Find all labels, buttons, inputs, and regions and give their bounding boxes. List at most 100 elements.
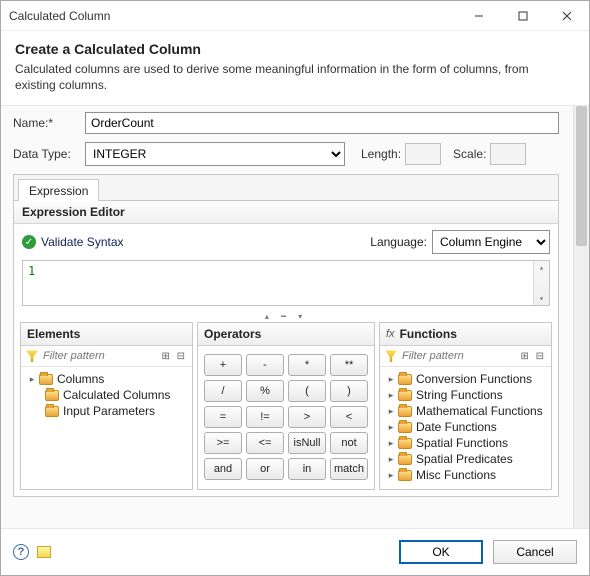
tree-item[interactable]: ▸Spatial Predicates xyxy=(384,451,547,467)
ok-button[interactable]: OK xyxy=(399,540,483,564)
operator--button[interactable]: < xyxy=(330,406,368,428)
operators-pane: Operators +-***/%()=!=><>=<=isNullnotand… xyxy=(197,322,375,490)
cancel-button[interactable]: Cancel xyxy=(493,540,577,564)
operator--button[interactable]: * xyxy=(288,354,326,376)
tree-item[interactable]: ▸Spatial Functions xyxy=(384,435,547,451)
footer-icons: ? xyxy=(13,544,51,560)
validate-syntax-link[interactable]: Validate Syntax xyxy=(41,235,124,249)
tree-item-calculated-columns[interactable]: Calculated Columns xyxy=(25,387,188,403)
footer: ? OK Cancel xyxy=(1,529,589,575)
help-icon[interactable]: ? xyxy=(13,544,29,560)
page-title: Create a Calculated Column xyxy=(15,41,575,57)
datatype-select[interactable]: INTEGER xyxy=(85,142,345,166)
operator--button[interactable]: ** xyxy=(330,354,368,376)
expand-icon: ▸ xyxy=(386,438,396,449)
elements-tree: ▸Columns Calculated Columns Input Parame… xyxy=(21,367,192,425)
name-row: Name:* xyxy=(13,112,559,134)
functions-filter-input[interactable] xyxy=(400,349,520,363)
tree-item[interactable]: ▸Misc Functions xyxy=(384,467,547,483)
operator--button[interactable]: >= xyxy=(204,432,242,454)
tree-item[interactable]: ▸String Functions xyxy=(384,387,547,403)
operator-or-button[interactable]: or xyxy=(246,458,284,480)
operator-match-button[interactable]: match xyxy=(330,458,368,480)
folder-icon xyxy=(39,374,53,385)
elements-tree-controls[interactable]: ⊞ ⊟ xyxy=(161,351,187,362)
operator--button[interactable]: % xyxy=(246,380,284,402)
dialog-window: Calculated Column Create a Calculated Co… xyxy=(0,0,590,576)
operator--button[interactable]: + xyxy=(204,354,242,376)
elements-filter-row: ⊞ ⊟ xyxy=(21,346,192,367)
folder-icon xyxy=(398,454,412,465)
fx-icon: fx xyxy=(386,328,395,340)
folder-icon xyxy=(398,438,412,449)
datatype-row: Data Type: INTEGER Length: Scale: xyxy=(13,142,559,166)
operator-in-button[interactable]: in xyxy=(288,458,326,480)
expression-editor[interactable]: 1 ▴▾ xyxy=(22,260,550,306)
minimize-button[interactable] xyxy=(457,1,501,31)
folder-icon xyxy=(398,374,412,385)
operator-grid: +-***/%()=!=><>=<=isNullnotandorinmatch xyxy=(198,346,374,488)
operator--button[interactable]: <= xyxy=(246,432,284,454)
expand-icon: ▸ xyxy=(386,422,396,433)
operator--button[interactable]: - xyxy=(246,354,284,376)
functions-tree-controls[interactable]: ⊞ ⊟ xyxy=(520,351,546,362)
editor-toolbar: ✓ Validate Syntax Language: Column Engin… xyxy=(14,224,558,312)
operator-isNull-button[interactable]: isNull xyxy=(288,432,326,454)
close-button[interactable] xyxy=(545,1,589,31)
scale-input[interactable] xyxy=(490,143,526,165)
folder-icon xyxy=(398,406,412,417)
operator--button[interactable]: != xyxy=(246,406,284,428)
expand-icon: ▸ xyxy=(386,374,396,385)
tree-item[interactable]: ▸Conversion Functions xyxy=(384,371,547,387)
expand-icon: ▸ xyxy=(386,390,396,401)
header: Create a Calculated Column Calculated co… xyxy=(1,31,589,105)
expression-panel: Expression Expression Editor ✓ Validate … xyxy=(13,174,559,497)
elements-title: Elements xyxy=(21,323,192,346)
folder-icon xyxy=(398,390,412,401)
functions-title: fxFunctions xyxy=(380,323,551,346)
length-input[interactable] xyxy=(405,143,441,165)
expand-icon: ▸ xyxy=(386,454,396,465)
tree-item[interactable]: ▸Date Functions xyxy=(384,419,547,435)
folder-icon xyxy=(398,422,412,433)
elements-pane: Elements ⊞ ⊟ ▸Columns Calculated Columns… xyxy=(20,322,193,490)
operator-and-button[interactable]: and xyxy=(204,458,242,480)
expand-icon: ▸ xyxy=(386,406,396,417)
notes-icon[interactable] xyxy=(37,546,51,558)
funnel-icon xyxy=(385,350,397,362)
operator--button[interactable]: = xyxy=(204,406,242,428)
operator-not-button[interactable]: not xyxy=(330,432,368,454)
operator--button[interactable]: ( xyxy=(288,380,326,402)
scale-label: Scale: xyxy=(453,147,486,161)
operator--button[interactable]: / xyxy=(204,380,242,402)
language-select[interactable]: Column Engine xyxy=(432,230,550,254)
operator--button[interactable]: ) xyxy=(330,380,368,402)
check-icon: ✓ xyxy=(22,235,36,249)
editor-scrollbar[interactable]: ▴▾ xyxy=(533,261,549,305)
tree-item-columns[interactable]: ▸Columns xyxy=(25,371,188,387)
body-scrollbar[interactable] xyxy=(573,106,589,528)
page-description: Calculated columns are used to derive so… xyxy=(15,61,535,93)
functions-filter-row: ⊞ ⊟ xyxy=(380,346,551,367)
elements-filter-input[interactable] xyxy=(41,349,161,363)
language-label: Language: xyxy=(370,235,427,249)
datatype-label: Data Type: xyxy=(13,147,85,161)
operator--button[interactable]: > xyxy=(288,406,326,428)
titlebar: Calculated Column xyxy=(1,1,589,31)
tree-item[interactable]: ▸Mathematical Functions xyxy=(384,403,547,419)
functions-pane: fxFunctions ⊞ ⊟ ▸Conversion Functions▸St… xyxy=(379,322,552,490)
dialog-body: Name:* Data Type: INTEGER Length: Scale:… xyxy=(1,105,589,529)
maximize-button[interactable] xyxy=(501,1,545,31)
tree-item-input-parameters[interactable]: Input Parameters xyxy=(25,403,188,419)
folder-icon xyxy=(45,390,59,401)
window-title: Calculated Column xyxy=(9,9,457,23)
name-input[interactable] xyxy=(85,112,559,134)
tab-expression[interactable]: Expression xyxy=(18,179,99,201)
window-controls xyxy=(457,1,589,31)
name-label: Name:* xyxy=(13,116,85,130)
editor-title: Expression Editor xyxy=(14,201,558,224)
expression-text: 1 xyxy=(28,264,35,278)
folder-icon xyxy=(398,470,412,481)
funnel-icon xyxy=(26,350,38,362)
horizontal-splitter[interactable]: ▴ ━ ▾ xyxy=(14,312,558,322)
